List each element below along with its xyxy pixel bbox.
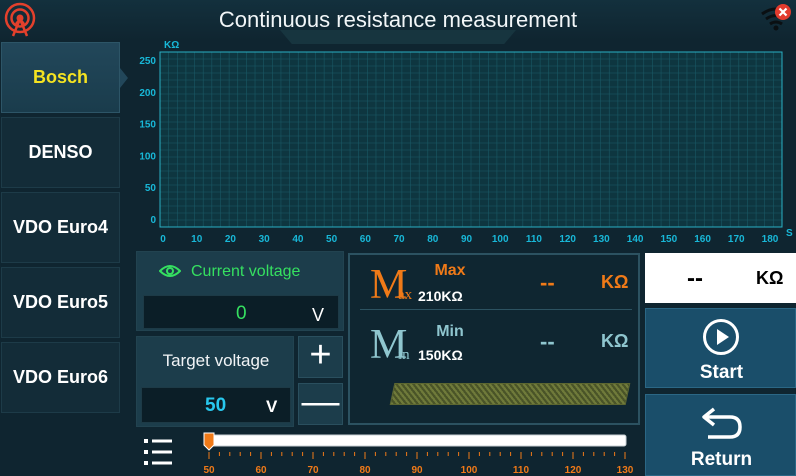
return-button[interactable]: Return xyxy=(645,394,796,476)
slider-handle[interactable] xyxy=(203,432,215,451)
slider-tick-label: 130 xyxy=(617,465,634,476)
slider-tick-label: 80 xyxy=(359,465,371,476)
play-circle-icon xyxy=(703,319,739,355)
x-tick-label: 20 xyxy=(225,234,237,244)
current-voltage-display: 0 V xyxy=(143,295,339,329)
min-label: Min xyxy=(436,323,464,340)
brand-button-vdo-euro6[interactable]: VDO Euro6 xyxy=(1,342,120,413)
y-tick-label: 200 xyxy=(139,88,156,99)
slider-track xyxy=(203,434,627,447)
wifi-off-icon xyxy=(761,4,791,31)
min-unit: KΩ xyxy=(601,331,629,351)
current-voltage-panel: Current voltage 0 V xyxy=(136,251,344,331)
slider-tick-label: 110 xyxy=(513,465,530,476)
x-tick-label: 60 xyxy=(360,234,372,244)
brand-label: VDO Euro6 xyxy=(12,367,109,387)
target-voltage-unit: V xyxy=(266,397,278,416)
max-limit: 210KΩ xyxy=(418,288,463,304)
active-brand-pointer xyxy=(120,68,128,88)
x-tick-label: 10 xyxy=(191,234,203,244)
x-tick-label: 160 xyxy=(694,234,711,244)
brand-label: DENSO xyxy=(28,142,93,162)
slider-tick-label: 120 xyxy=(565,465,582,476)
x-tick-label: 110 xyxy=(526,234,543,244)
title-bar: Continuous resistance measurement xyxy=(0,0,796,44)
target-voltage-panel: Target voltage 50 V xyxy=(136,336,294,427)
max-unit: KΩ xyxy=(601,272,629,292)
slider-tick-label: 90 xyxy=(411,465,423,476)
start-button[interactable]: Start xyxy=(645,308,796,388)
x-tick-label: 150 xyxy=(660,234,677,244)
resistance-display: -- KΩ xyxy=(645,253,796,303)
x-axis-label: S xyxy=(786,228,793,239)
x-tick-label: 130 xyxy=(593,234,610,244)
x-tick-label: 30 xyxy=(259,234,271,244)
x-tick-label: 40 xyxy=(292,234,304,244)
y-tick-label: 50 xyxy=(145,183,157,194)
x-tick-label: 180 xyxy=(762,234,779,244)
y-tick-label: 250 xyxy=(139,56,156,67)
max-label: Max xyxy=(434,262,466,279)
x-tick-label: 70 xyxy=(393,234,405,244)
menu-icon[interactable] xyxy=(142,437,174,467)
voltage-slider[interactable]: 50 60 70 80 90 100 110 120 130 xyxy=(196,428,636,476)
y-tick-label: 100 xyxy=(139,151,156,162)
current-voltage-unit: V xyxy=(312,305,325,325)
min-value: -- xyxy=(540,329,555,354)
slider-tick-label: 60 xyxy=(255,465,267,476)
target-voltage-field[interactable]: 50 V xyxy=(141,387,291,423)
x-tick-label: 170 xyxy=(728,234,745,244)
x-tick-label: 100 xyxy=(492,234,509,244)
slider-tick-label: 70 xyxy=(307,465,319,476)
slider-tick-label: 100 xyxy=(461,465,478,476)
brand-label: Bosch xyxy=(32,67,88,87)
target-voltage-value: 50 xyxy=(205,395,227,416)
max-min-panel: M ax Max 210KΩ -- KΩ M in Min 150KΩ -- K… xyxy=(348,253,640,425)
start-label: Start xyxy=(699,362,744,383)
x-tick-label: 120 xyxy=(559,234,576,244)
min-limit: 150KΩ xyxy=(418,347,463,363)
current-voltage-label: Current voltage xyxy=(191,263,301,280)
brand-label: VDO Euro5 xyxy=(12,292,109,312)
current-voltage-value: 0 xyxy=(236,303,247,324)
status-bar-pattern xyxy=(389,383,631,405)
max-glyph-sub: ax xyxy=(398,287,413,303)
x-tick-label: 0 xyxy=(160,234,166,244)
resistance-value: -- xyxy=(687,265,703,292)
resistance-unit: KΩ xyxy=(756,268,784,288)
y-axis-label: KΩ xyxy=(164,40,179,51)
brand-button-vdo-euro5[interactable]: VDO Euro5 xyxy=(1,267,120,338)
x-tick-label: 140 xyxy=(627,234,644,244)
x-tick-label: 80 xyxy=(427,234,439,244)
min-glyph-sub: in xyxy=(398,347,410,363)
target-voltage-label: Target voltage xyxy=(162,351,270,370)
x-tick-label: 50 xyxy=(326,234,338,244)
page-title: Continuous resistance measurement xyxy=(218,7,578,32)
slider-tick-label: 50 xyxy=(203,465,215,476)
brand-label: VDO Euro4 xyxy=(12,217,109,237)
y-tick-label: 150 xyxy=(139,120,156,131)
eye-icon[interactable] xyxy=(159,264,181,278)
return-arrow-icon xyxy=(702,407,742,439)
return-label: Return xyxy=(690,449,753,470)
x-tick-label: 90 xyxy=(461,234,473,244)
increase-voltage-button[interactable]: + xyxy=(298,336,343,378)
brand-button-vdo-euro4[interactable]: VDO Euro4 xyxy=(1,192,120,263)
decrease-voltage-button[interactable]: — xyxy=(298,383,343,425)
max-value: -- xyxy=(540,270,555,295)
max-min-divider xyxy=(360,309,632,310)
brand-button-denso[interactable]: DENSO xyxy=(1,117,120,188)
resistance-chart: 0 10 20 30 40 50 60 70 80 90 100 110 120 130 140 150 160… xyxy=(139,40,793,244)
brand-button-bosch[interactable]: Bosch xyxy=(1,42,120,113)
y-tick-label: 0 xyxy=(150,215,156,226)
